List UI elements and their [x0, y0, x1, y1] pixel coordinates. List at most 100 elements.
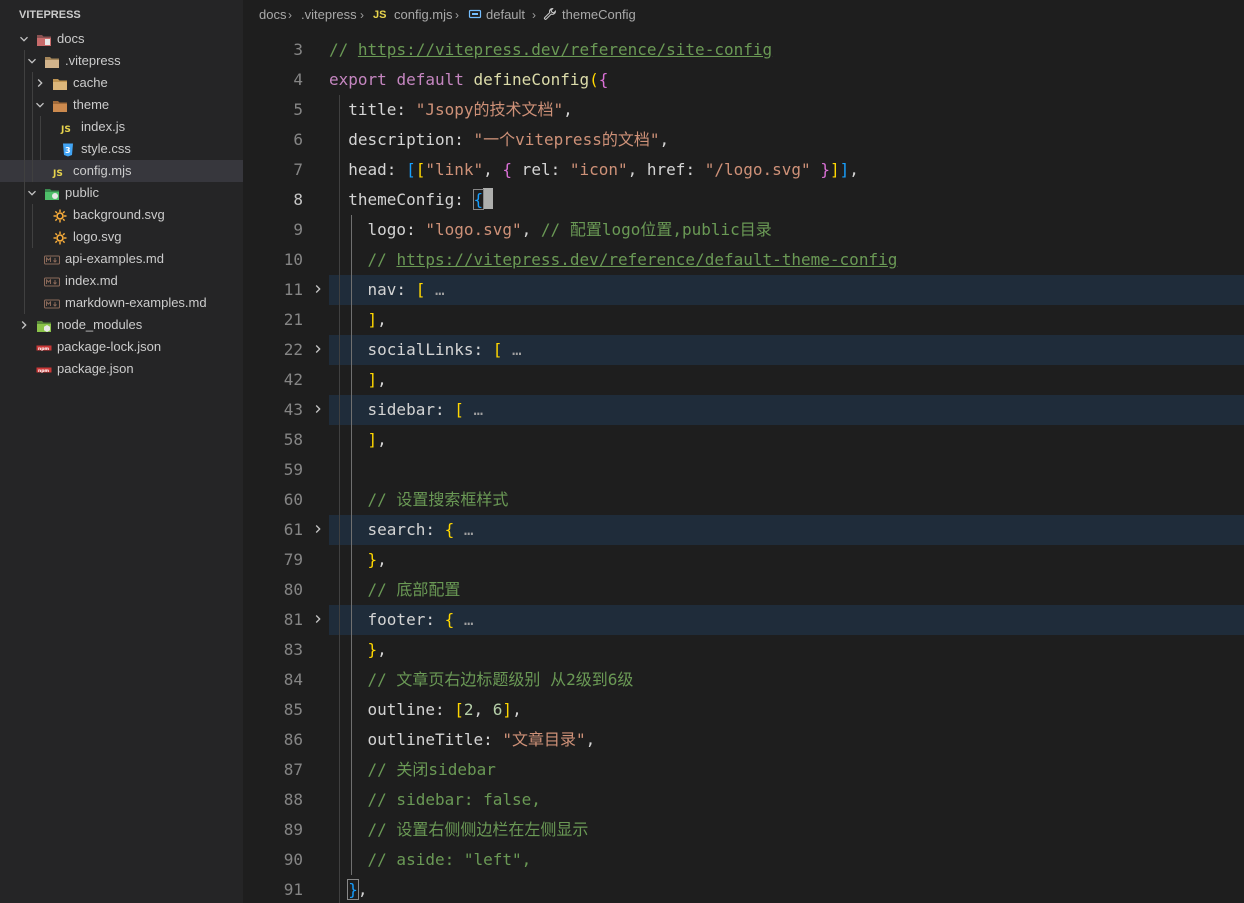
- code-token: "icon": [569, 160, 628, 179]
- fold-chevron-right-icon[interactable]: [311, 605, 325, 635]
- tree-item-package-json[interactable]: npm package.json: [0, 358, 243, 380]
- code-token: [: [454, 400, 464, 419]
- breadcrumb-symbol-default[interactable]: default: [486, 0, 525, 28]
- tree-item-vitepress[interactable]: .vitepress: [0, 50, 243, 72]
- code-token: // 文章页右边标题级别 从2级到6级: [329, 670, 634, 689]
- breadcrumb-docs[interactable]: docs: [259, 0, 286, 28]
- svg-text:npm: npm: [38, 347, 49, 352]
- code-line[interactable]: 81 footer: { …: [243, 605, 1244, 635]
- svg-text:3: 3: [65, 146, 71, 155]
- code-token: {: [472, 189, 485, 210]
- code-token: (: [589, 70, 599, 89]
- code-content: // https://vitepress.dev/reference/site-…: [329, 35, 772, 65]
- markdown-file-icon: [44, 252, 60, 266]
- tree-item-docs[interactable]: docs: [0, 28, 243, 50]
- tree-item-label: package-lock.json: [57, 339, 162, 354]
- code-line[interactable]: 43 sidebar: [ …: [243, 395, 1244, 425]
- tree-item-label: index.js: [81, 119, 126, 134]
- code-token: ]: [502, 700, 513, 719]
- code-line[interactable]: 91 },: [243, 875, 1244, 903]
- fold-chevron-right-icon[interactable]: [311, 515, 325, 545]
- code-token: socialLinks:: [329, 340, 493, 359]
- fold-chevron-right-icon[interactable]: [311, 335, 325, 365]
- chevron-down-icon[interactable]: [25, 50, 39, 72]
- code-line[interactable]: 4 export default defineConfig({: [243, 65, 1244, 95]
- explorer-title[interactable]: VITEPRESS: [0, 0, 243, 28]
- line-number: 21: [283, 310, 303, 329]
- chevron-right-icon[interactable]: [33, 72, 47, 94]
- tree-item-logo-svg[interactable]: logo.svg: [0, 226, 243, 248]
- code-editor[interactable]: 3 // https://vitepress.dev/reference/site…: [243, 28, 1244, 903]
- chevron-right-icon[interactable]: [17, 314, 31, 336]
- tree-item-index-md[interactable]: index.md: [0, 270, 243, 292]
- line-number: 91: [283, 880, 303, 899]
- code-content: // 文章页右边标题级别 从2级到6级: [329, 665, 634, 695]
- code-line[interactable]: 3 // https://vitepress.dev/reference/site…: [243, 35, 1244, 65]
- code-line[interactable]: 60 // 设置搜索框样式: [243, 485, 1244, 515]
- code-token: ,: [357, 880, 368, 899]
- chevron-down-icon[interactable]: [25, 182, 39, 204]
- tree-item-config-mjs[interactable]: JS config.mjs: [0, 160, 243, 182]
- code-line[interactable]: 10 // https://vitepress.dev/reference/de…: [243, 245, 1244, 275]
- code-line[interactable]: 84 // 文章页右边标题级别 从2级到6级: [243, 665, 1244, 695]
- code-line[interactable]: 90 // aside: "left",: [243, 845, 1244, 875]
- code-line[interactable]: 11 nav: [ …: [243, 275, 1244, 305]
- tree-item-theme[interactable]: theme: [0, 94, 243, 116]
- code-line[interactable]: 58 ],: [243, 425, 1244, 455]
- code-token: ,: [483, 160, 503, 179]
- code-line[interactable]: 80 // 底部配置: [243, 575, 1244, 605]
- line-number: 43: [283, 400, 303, 419]
- code-line[interactable]: 87 // 关闭sidebar: [243, 755, 1244, 785]
- code-line[interactable]: 85 outline: [2, 6],: [243, 695, 1244, 725]
- code-token: "/logo.svg": [704, 160, 811, 179]
- fold-chevron-right-icon[interactable]: [311, 395, 325, 425]
- breadcrumb-vitepress[interactable]: .vitepress: [301, 0, 357, 28]
- code-content: description: "一个vitepress的文档",: [329, 125, 669, 155]
- code-line[interactable]: 61 search: { …: [243, 515, 1244, 545]
- tree-item-label: config.mjs: [73, 163, 132, 178]
- code-token: {: [598, 70, 609, 89]
- tree-item-background-svg[interactable]: background.svg: [0, 204, 243, 226]
- tree-item-index-js[interactable]: JS index.js: [0, 116, 243, 138]
- fold-chevron-right-icon[interactable]: [311, 275, 325, 305]
- code-token: // 底部配置: [329, 580, 461, 599]
- tree-item-cache[interactable]: cache: [0, 72, 243, 94]
- tree-item-public[interactable]: public: [0, 182, 243, 204]
- code-line[interactable]: 88 // sidebar: false,: [243, 785, 1244, 815]
- tree-item-label: node_modules: [57, 317, 143, 332]
- tree-item-node-modules[interactable]: node_modules: [0, 314, 243, 336]
- tree-item-markdown-examples-md[interactable]: markdown-examples.md: [0, 292, 243, 314]
- chevron-down-icon[interactable]: [33, 94, 47, 116]
- line-number: 42: [283, 370, 303, 389]
- code-token: description:: [329, 130, 474, 149]
- line-number: 80: [283, 580, 303, 599]
- code-line[interactable]: 6 description: "一个vitepress的文档",: [243, 125, 1244, 155]
- code-line[interactable]: 83 },: [243, 635, 1244, 665]
- chevron-down-icon[interactable]: [17, 28, 31, 50]
- breadcrumb-symbol-themeconfig[interactable]: themeConfig: [562, 0, 636, 28]
- code-line[interactable]: 8 themeConfig: {: [243, 185, 1244, 215]
- tree-item-api-examples-md[interactable]: api-examples.md: [0, 248, 243, 270]
- text-cursor: [483, 188, 494, 209]
- code-line[interactable]: 79 },: [243, 545, 1244, 575]
- code-line[interactable]: 22 socialLinks: [ …: [243, 335, 1244, 365]
- code-line[interactable]: 42 ],: [243, 365, 1244, 395]
- indent-guide: [32, 226, 33, 248]
- tree-item-style-css[interactable]: 3 style.css: [0, 138, 243, 160]
- code-line[interactable]: 21 ],: [243, 305, 1244, 335]
- code-line[interactable]: 9 logo: "logo.svg", // 配置logo位置,public目录: [243, 215, 1244, 245]
- line-number: 60: [283, 490, 303, 509]
- code-line[interactable]: 89 // 设置右侧侧边栏在左侧显示: [243, 815, 1244, 845]
- breadcrumb-file[interactable]: config.mjs: [394, 0, 453, 28]
- code-line[interactable]: 5 title: "Jsopy的技术文档",: [243, 95, 1244, 125]
- code-line[interactable]: 7 head: [["link", { rel: "icon", href: "…: [243, 155, 1244, 185]
- line-number: 89: [283, 820, 303, 839]
- tree-item-label: logo.svg: [73, 229, 122, 244]
- code-line[interactable]: 86 outlineTitle: "文章目录",: [243, 725, 1244, 755]
- symbol-variable-icon: [468, 0, 482, 28]
- tree-item-package-lock-json[interactable]: npm package-lock.json: [0, 336, 243, 358]
- code-line[interactable]: 59: [243, 455, 1244, 485]
- svg-text:JS: JS: [52, 169, 63, 179]
